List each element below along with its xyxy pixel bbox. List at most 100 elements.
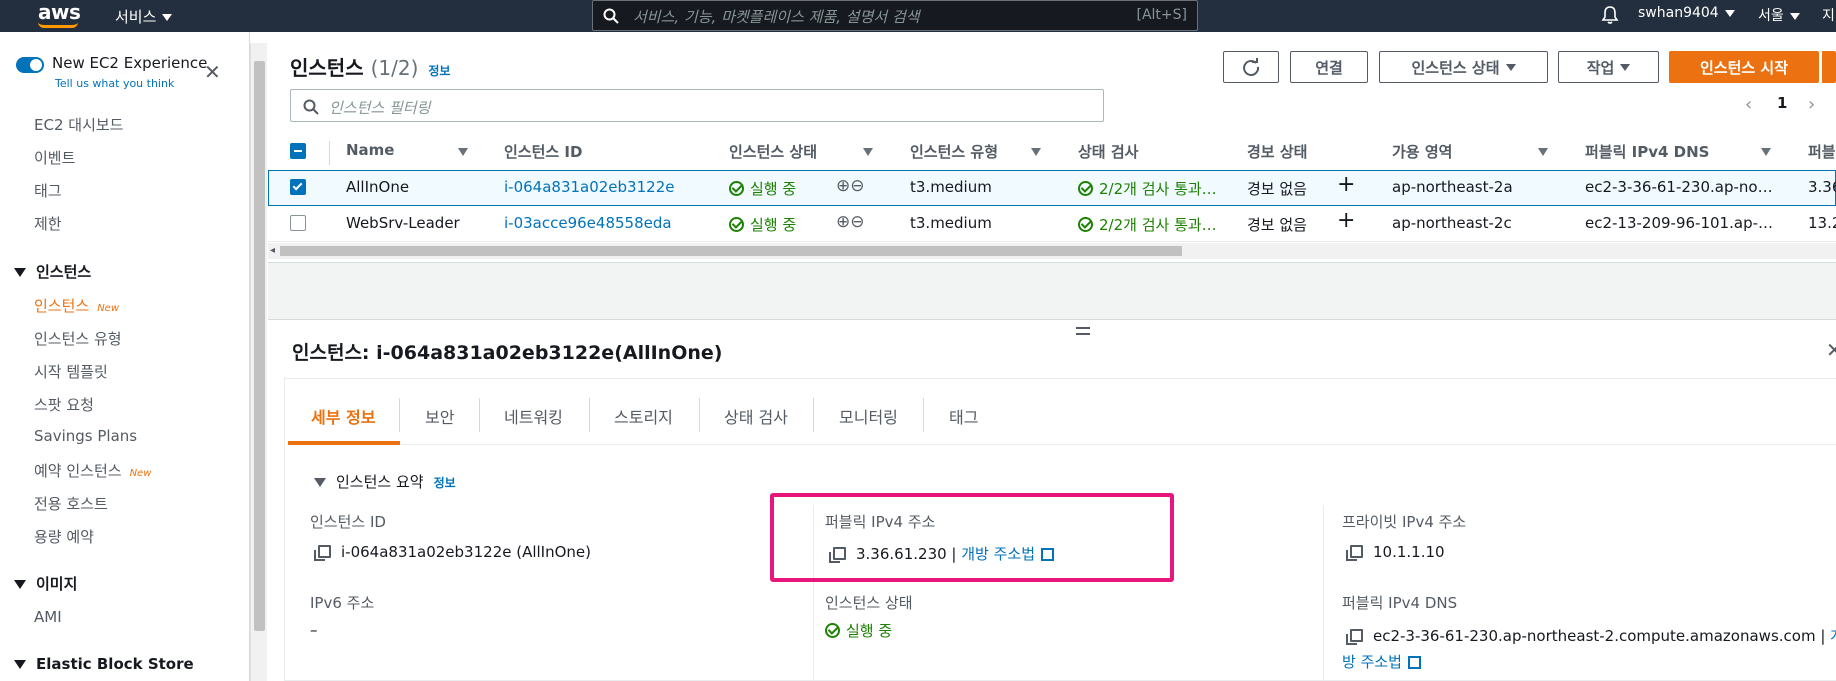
sidebar-item-events[interactable]: 이벤트 bbox=[34, 147, 75, 168]
cell-az: ap-northeast-2c bbox=[1392, 214, 1512, 232]
services-menu[interactable]: 서비스 bbox=[115, 6, 173, 27]
instance-filter-input[interactable]: 인스턴스 필터링 bbox=[290, 89, 1104, 122]
row-checkbox[interactable] bbox=[290, 179, 306, 195]
tab-tags[interactable]: 태그 bbox=[949, 404, 978, 428]
column-header-public-dns[interactable]: 퍼블릭 IPv4 DNS bbox=[1585, 141, 1709, 162]
add-alarm-icon[interactable]: + bbox=[1337, 208, 1355, 233]
tab-storage[interactable]: 스토리지 bbox=[614, 404, 673, 428]
sort-icon[interactable] bbox=[1538, 148, 1548, 156]
launch-instances-button[interactable]: 인스턴스 시작 bbox=[1669, 51, 1819, 83]
sort-icon[interactable] bbox=[1031, 148, 1041, 156]
tab-monitoring[interactable]: 모니터링 bbox=[839, 404, 898, 428]
sidebar-item-savings-plans[interactable]: Savings Plans bbox=[34, 427, 137, 445]
connect-button[interactable]: 연결 bbox=[1290, 51, 1368, 83]
zoom-icons[interactable]: ⊕⊖ bbox=[836, 212, 865, 232]
refresh-button[interactable] bbox=[1223, 51, 1279, 83]
new-experience-toggle[interactable] bbox=[16, 57, 44, 73]
sidebar-item-reserved-instances[interactable]: 예약 인스턴스 New bbox=[34, 460, 151, 481]
close-icon[interactable]: ✕ bbox=[1826, 338, 1836, 362]
sidebar-section-images[interactable]: 이미지 bbox=[14, 573, 77, 594]
info-link[interactable]: 정보 bbox=[434, 476, 456, 490]
sidebar-item-dashboard[interactable]: EC2 대시보드 bbox=[34, 114, 123, 135]
sidebar-item-capacity-reservations[interactable]: 용량 예약 bbox=[34, 526, 94, 547]
instance-summary-header[interactable]: 인스턴스 요약 정보 bbox=[314, 471, 456, 492]
status-check-text: 2/2개 검사 통과… bbox=[1099, 216, 1217, 234]
sidebar-item-dedicated-hosts[interactable]: 전용 호스트 bbox=[34, 493, 108, 514]
scrollbar-thumb[interactable] bbox=[254, 61, 265, 631]
cell-instance-id-link[interactable]: i-064a831a02eb3122e bbox=[504, 178, 674, 196]
feedback-link[interactable]: Tell us what you think bbox=[55, 77, 174, 90]
bell-icon[interactable] bbox=[1600, 5, 1620, 25]
global-search-input[interactable]: 서비스, 기능, 마켓플레이스 제품, 설명서 검색 [Alt+S] bbox=[592, 0, 1198, 31]
copy-icon[interactable] bbox=[1346, 545, 1363, 561]
column-header-alarm-status[interactable]: 경보 상태 bbox=[1247, 141, 1307, 162]
column-header-public-ip[interactable]: 퍼블 bbox=[1808, 141, 1836, 162]
external-link-icon[interactable] bbox=[1407, 656, 1421, 669]
aws-logo[interactable]: aws bbox=[38, 0, 81, 24]
value-text: 10.1.1.10 bbox=[1373, 543, 1445, 561]
cell-instance-id-link[interactable]: i-03acce96e48558eda bbox=[504, 214, 672, 232]
sidebar-item-limits[interactable]: 제한 bbox=[34, 213, 62, 234]
title-text: 인스턴스 bbox=[290, 56, 364, 80]
sidebar-item-tags[interactable]: 태그 bbox=[34, 180, 62, 201]
chevron-down-icon bbox=[1724, 9, 1735, 17]
tab-divider bbox=[923, 398, 924, 432]
page-number[interactable]: 1 bbox=[1777, 94, 1787, 112]
private-ip-value: 10.1.1.10 bbox=[1346, 543, 1445, 561]
zoom-icons[interactable]: ⊕⊖ bbox=[836, 176, 865, 196]
tab-details[interactable]: 세부 정보 bbox=[311, 404, 375, 428]
column-header-instance-type[interactable]: 인스턴스 유형 bbox=[910, 141, 998, 162]
tab-networking[interactable]: 네트워킹 bbox=[504, 404, 563, 428]
sidebar-item-ami[interactable]: AMI bbox=[34, 608, 62, 626]
value-text: 방 주소법 bbox=[1342, 653, 1402, 671]
sort-icon[interactable] bbox=[458, 148, 468, 156]
sidebar-item-launch-templates[interactable]: 시작 템플릿 bbox=[34, 361, 108, 382]
chevron-left-icon[interactable]: ‹ bbox=[1745, 94, 1752, 115]
sort-icon[interactable] bbox=[1761, 148, 1771, 156]
open-address-link[interactable]: 개 bbox=[1830, 627, 1836, 645]
summary-label: 인스턴스 요약 bbox=[336, 473, 424, 491]
sidebar-section-ebs[interactable]: Elastic Block Store bbox=[14, 655, 194, 673]
close-icon[interactable]: ✕ bbox=[204, 60, 221, 84]
instance-state-label: 인스턴스 상태 bbox=[825, 594, 913, 612]
row-checkbox[interactable] bbox=[290, 215, 306, 231]
copy-icon[interactable] bbox=[1346, 629, 1363, 645]
sidebar-section-instances[interactable]: 인스턴스 bbox=[14, 261, 91, 282]
column-header-instance-state[interactable]: 인스턴스 상태 bbox=[729, 141, 817, 162]
tab-divider bbox=[479, 398, 480, 432]
cell-state: 실행 중 bbox=[729, 214, 796, 235]
column-header-status-check[interactable]: 상태 검사 bbox=[1078, 141, 1138, 162]
scroll-left-icon[interactable]: ◂ bbox=[270, 245, 275, 256]
tab-security[interactable]: 보안 bbox=[425, 404, 454, 428]
select-all-checkbox[interactable] bbox=[290, 143, 306, 159]
resize-handle-icon[interactable] bbox=[1076, 327, 1090, 335]
sidebar-item-spot-requests[interactable]: 스팟 요청 bbox=[34, 394, 94, 415]
table-horizontal-scrollbar[interactable]: ◂ bbox=[268, 243, 1836, 259]
chevron-right-icon[interactable]: › bbox=[1808, 94, 1815, 115]
actions-button[interactable]: 작업 bbox=[1558, 51, 1659, 83]
cell-public-dns: ec2-3-36-61-230.ap-no… bbox=[1585, 178, 1773, 196]
info-link[interactable]: 정보 bbox=[428, 64, 450, 78]
sidebar-item-instance-types[interactable]: 인스턴스 유형 bbox=[34, 328, 122, 349]
cell-status-check[interactable]: 2/2개 검사 통과… bbox=[1078, 178, 1217, 199]
launch-dropdown-button[interactable] bbox=[1821, 51, 1836, 83]
instance-state-button[interactable]: 인스턴스 상태 bbox=[1379, 51, 1548, 83]
tab-status-checks[interactable]: 상태 검사 bbox=[724, 404, 788, 428]
user-menu[interactable]: swhan9404 bbox=[1638, 5, 1735, 21]
column-header-instance-id[interactable]: 인스턴스 ID bbox=[504, 141, 582, 162]
cell-status-check[interactable]: 2/2개 검사 통과… bbox=[1078, 214, 1217, 235]
region-menu[interactable]: 서울 bbox=[1758, 5, 1800, 25]
open-address-link-cont[interactable]: 방 주소법 bbox=[1342, 651, 1421, 672]
scrollbar-thumb[interactable] bbox=[280, 246, 1182, 256]
copy-icon[interactable] bbox=[314, 545, 331, 561]
add-alarm-icon[interactable]: + bbox=[1337, 172, 1355, 197]
caret-down-icon bbox=[314, 478, 326, 487]
sidebar-scrollbar[interactable] bbox=[250, 43, 267, 681]
column-header-name[interactable]: Name bbox=[346, 141, 394, 159]
cell-public-dns: ec2-13-209-96-101.ap-… bbox=[1585, 214, 1773, 232]
column-header-availability-zone[interactable]: 가용 영역 bbox=[1392, 141, 1452, 162]
support-menu[interactable]: 지 bbox=[1822, 5, 1835, 25]
caret-down-icon bbox=[14, 268, 26, 277]
sort-icon[interactable] bbox=[863, 148, 873, 156]
sidebar-item-instances[interactable]: 인스턴스 New bbox=[34, 295, 119, 316]
